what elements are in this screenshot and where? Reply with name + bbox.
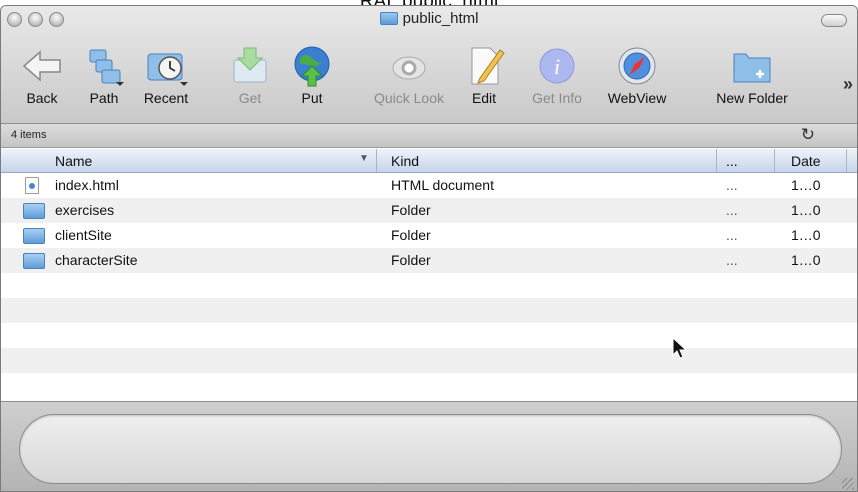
quick-look-button[interactable]: Quick Look <box>367 44 451 106</box>
empty-row <box>1 323 857 348</box>
new-folder-icon <box>730 44 774 88</box>
recent-button[interactable]: Recent <box>135 44 197 106</box>
put-label: Put <box>301 90 323 106</box>
quick-look-icon <box>387 44 431 88</box>
folder-icon <box>23 253 45 269</box>
table-row[interactable]: characterSite Folder ... 1…0 <box>1 248 857 273</box>
row-name: characterSite <box>55 252 138 268</box>
webview-label: WebView <box>607 90 667 106</box>
column-name[interactable]: Name <box>55 153 92 169</box>
row-date: 1…0 <box>791 202 821 218</box>
webview-icon <box>615 44 659 88</box>
column-divider[interactable] <box>774 149 775 172</box>
status-bar: 4 items ↻ <box>1 124 857 148</box>
get-info-button[interactable]: i Get Info <box>525 44 589 106</box>
empty-row <box>1 298 857 323</box>
row-date: 1…0 <box>791 177 821 193</box>
column-extra[interactable]: ... <box>726 153 738 169</box>
file-list: index.html HTML document ... 1…0 exercis… <box>1 173 857 401</box>
resize-grip-icon[interactable] <box>842 478 854 490</box>
sort-descending-icon: ▼ <box>359 153 369 164</box>
toolbar: Back Path Recent Get Put Quick Look Edit… <box>1 44 857 124</box>
recent-icon <box>144 44 188 88</box>
path-label: Path <box>89 90 119 106</box>
get-label: Get <box>238 90 262 106</box>
window-title-text: public_html <box>402 10 479 27</box>
row-kind: Folder <box>391 227 431 243</box>
folder-icon <box>379 12 398 25</box>
row-extra: ... <box>726 252 738 268</box>
finder-window: public_html Back Path Recent Get Put Qui… <box>0 5 858 492</box>
edit-button[interactable]: Edit <box>459 44 509 106</box>
put-button[interactable]: Put <box>281 44 343 106</box>
get-info-icon: i <box>535 44 579 88</box>
column-divider[interactable] <box>376 149 377 172</box>
edit-label: Edit <box>471 90 497 106</box>
quick-look-label: Quick Look <box>373 90 445 106</box>
svg-text:i: i <box>554 54 560 79</box>
put-icon <box>290 44 334 88</box>
column-header: Name ▼ Kind ... Date <box>1 149 857 173</box>
row-name: index.html <box>55 177 119 193</box>
path-button[interactable]: Path <box>73 44 135 106</box>
webview-button[interactable]: WebView <box>599 44 675 106</box>
back-arrow-icon <box>20 44 64 88</box>
row-extra: ... <box>726 202 738 218</box>
row-date: 1…0 <box>791 227 821 243</box>
html-file-icon <box>25 177 39 194</box>
empty-row <box>1 273 857 298</box>
table-row[interactable]: index.html HTML document ... 1…0 <box>1 173 857 198</box>
table-row[interactable]: clientSite Folder ... 1…0 <box>1 223 857 248</box>
toolbar-overflow-button[interactable]: » <box>843 74 853 95</box>
recent-label: Recent <box>143 90 189 106</box>
row-extra: ... <box>726 227 738 243</box>
path-icon <box>82 44 126 88</box>
column-divider[interactable] <box>846 149 847 172</box>
item-count: 4 items <box>11 129 47 141</box>
back-label: Back <box>26 90 58 106</box>
drop-zone[interactable] <box>19 414 842 484</box>
window-title: public_html <box>1 10 857 27</box>
new-folder-button[interactable]: New Folder <box>705 44 799 106</box>
titlebar: public_html Back Path Recent Get Put Qui… <box>1 6 857 124</box>
column-divider[interactable] <box>716 149 717 172</box>
back-button[interactable]: Back <box>11 44 73 106</box>
folder-icon <box>23 228 45 244</box>
row-name: exercises <box>55 202 115 218</box>
toolbar-toggle-button[interactable] <box>821 14 847 27</box>
edit-icon <box>462 44 506 88</box>
empty-row <box>1 348 857 373</box>
mouse-cursor-icon <box>672 337 688 359</box>
table-row[interactable]: exercises Folder ... 1…0 <box>1 198 857 223</box>
refresh-icon[interactable]: ↻ <box>801 125 815 145</box>
row-kind: Folder <box>391 202 431 218</box>
get-icon <box>228 44 272 88</box>
row-date: 1…0 <box>791 252 821 268</box>
row-name: clientSite <box>55 227 112 243</box>
bottom-panel <box>1 401 857 491</box>
row-kind: HTML document <box>391 177 494 193</box>
column-date[interactable]: Date <box>791 153 821 169</box>
empty-row <box>1 373 857 398</box>
column-kind[interactable]: Kind <box>391 153 419 169</box>
row-kind: Folder <box>391 252 431 268</box>
new-folder-label: New Folder <box>716 90 788 106</box>
row-extra: ... <box>726 177 738 193</box>
get-info-label: Get Info <box>532 90 582 106</box>
get-button[interactable]: Get <box>219 44 281 106</box>
folder-icon <box>23 203 45 219</box>
